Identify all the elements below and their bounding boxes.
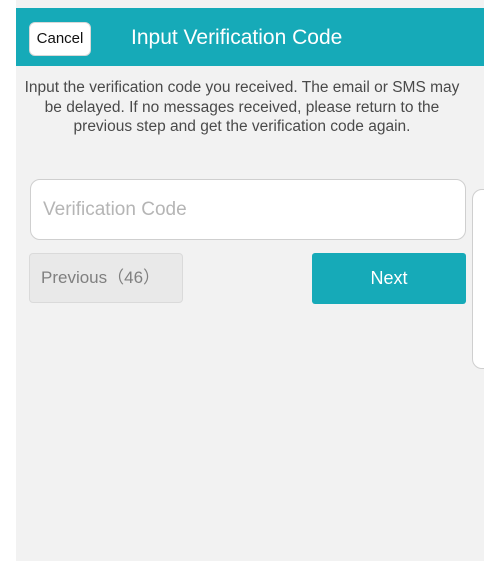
side-panel-edge bbox=[472, 189, 484, 369]
next-button[interactable]: Next bbox=[312, 253, 466, 304]
header-bar: Cancel Input Verification Code bbox=[16, 8, 484, 66]
previous-button[interactable]: Previous（46） bbox=[29, 253, 183, 303]
verification-screen: Cancel Input Verification Code Input the… bbox=[0, 0, 484, 561]
instructions-text: Input the verification code you received… bbox=[24, 79, 460, 135]
page-title: Input Verification Code bbox=[131, 26, 343, 49]
verification-code-input[interactable] bbox=[30, 179, 466, 240]
cancel-button[interactable]: Cancel bbox=[29, 22, 91, 56]
